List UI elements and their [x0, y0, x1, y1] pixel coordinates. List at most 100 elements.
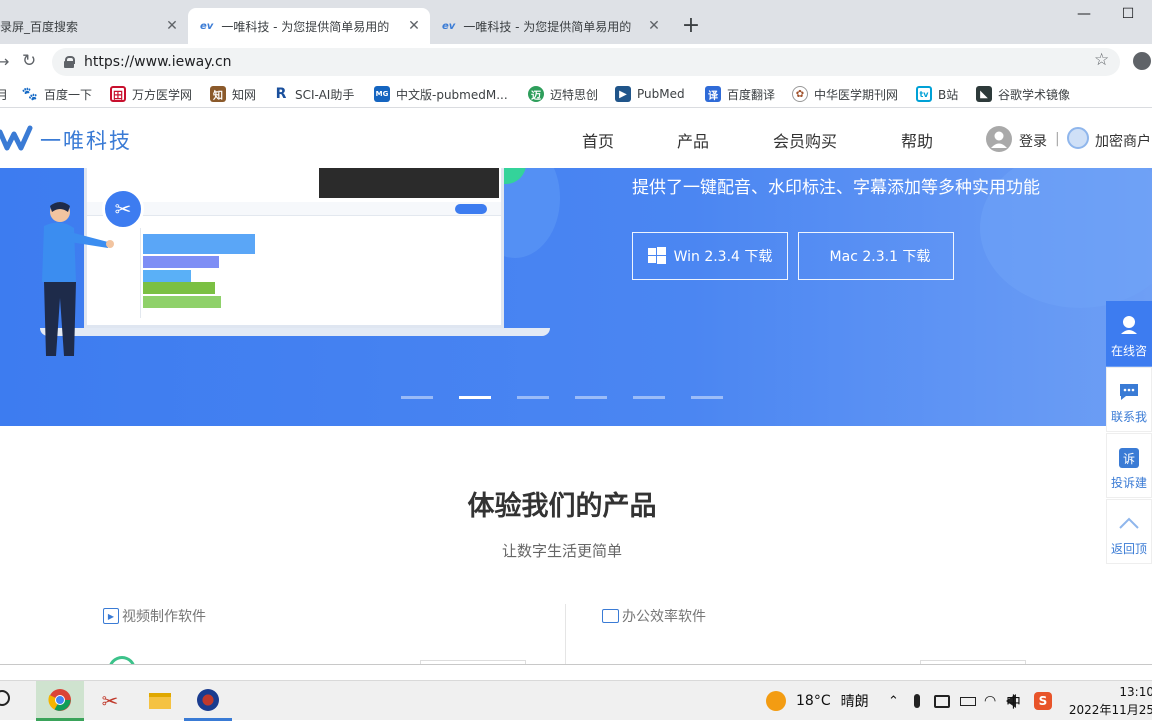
carousel-dot[interactable]: [691, 396, 723, 399]
bookmark-bilibili[interactable]: tv B站: [916, 84, 958, 104]
new-tab-button[interactable]: +: [680, 12, 702, 40]
sogou-ime-icon[interactable]: S: [1034, 681, 1052, 721]
bookmark-baidu-translate[interactable]: 译 百度翻译: [705, 84, 775, 104]
screen-capture-tray-icon[interactable]: [934, 681, 950, 721]
ime-indicator[interactable]: 中: [1006, 681, 1021, 721]
win-download-button[interactable]: Win 2.3.4 下载: [632, 232, 788, 280]
folder-icon: [149, 693, 171, 709]
taskbar-chrome[interactable]: [36, 681, 84, 721]
win-download-label: Win 2.3.4 下载: [673, 249, 773, 265]
bookmark-scholar-mirror[interactable]: ◣ 谷歌学术镜像: [976, 84, 1070, 104]
carousel-dot[interactable]: [575, 396, 607, 399]
battery-icon[interactable]: [960, 681, 976, 721]
user-avatar-icon[interactable]: [986, 126, 1012, 152]
nav-products[interactable]: 产品: [677, 128, 709, 152]
taskbar-file-explorer[interactable]: [136, 681, 184, 721]
carousel-dot-active[interactable]: [459, 396, 491, 399]
carousel-dot[interactable]: [401, 396, 433, 399]
products-section-title: 体验我们的产品: [467, 491, 657, 522]
wifi-icon[interactable]: ◠: [984, 681, 996, 721]
login-link[interactable]: 登录: [1019, 131, 1047, 151]
merchant-link[interactable]: 加密商户: [1095, 131, 1151, 151]
carousel-dot[interactable]: [517, 396, 549, 399]
bookmark-pubmed-cn[interactable]: MG 中文版-pubmedM...: [374, 84, 508, 104]
merchant-icon[interactable]: [1067, 127, 1089, 149]
mockup-track-subtitle: [143, 282, 215, 294]
category-divider: [565, 604, 566, 664]
mockup-toolbar: [87, 202, 501, 216]
bookmark-cma-journal[interactable]: ✿ 中华医学期刊网: [792, 84, 898, 104]
bookmark-medsci[interactable]: 迈 迈特思创: [528, 84, 598, 104]
taskbar-snipping-tool[interactable]: ✂: [86, 681, 134, 721]
baidu-translate-icon: 译: [705, 86, 721, 102]
clock[interactable]: 13:10 2022年11月25: [1068, 683, 1152, 719]
bookmark-label: B站: [938, 87, 959, 102]
mockup-track-audio: [143, 256, 219, 268]
tab-ieway-active[interactable]: ev 一唯科技 - 为您提供简单易用的 ✕: [188, 8, 430, 44]
complaint-icon: 诉: [1119, 448, 1139, 468]
taskbar-ev-recorder[interactable]: [184, 681, 232, 721]
chat-bubble-icon: [1120, 384, 1138, 400]
bookmark-pubmed[interactable]: ▶ PubMed: [615, 84, 685, 104]
close-icon[interactable]: ✕: [644, 18, 664, 34]
maximize-button[interactable]: ☐: [1118, 6, 1138, 22]
tab-baidu-search[interactable]: 录屏_百度搜索 ✕: [0, 8, 188, 44]
category-label: 办公效率软件: [622, 609, 706, 625]
bilibili-icon: tv: [916, 86, 932, 102]
bookmark-baidu[interactable]: 🐾 百度一下: [22, 84, 92, 104]
snipping-tool-icon: ✂: [101, 689, 119, 713]
back-to-top-button[interactable]: 返回顶: [1106, 499, 1152, 564]
ieway-logo-icon[interactable]: [0, 124, 36, 152]
search-icon[interactable]: [0, 690, 10, 706]
carousel-dot[interactable]: [633, 396, 665, 399]
close-icon[interactable]: ✕: [404, 18, 424, 34]
bookmark-wanfang[interactable]: 田 万方医学网: [110, 84, 192, 104]
bookmarks-bar: 月 🐾 百度一下 田 万方医学网 知 知网 R SCI-AI助手 MG 中文版-…: [0, 80, 1152, 108]
category-office-software[interactable]: 办公效率软件: [602, 606, 706, 626]
mockup-track-image: [143, 270, 191, 282]
reload-icon[interactable]: ↻: [22, 51, 36, 71]
play-icon: ▶: [103, 608, 119, 624]
browser-toolbar: → ↻ https://www.ieway.cn ☆: [0, 44, 1152, 80]
ieway-favicon-icon: ev: [200, 20, 214, 32]
chrome-icon: [48, 688, 71, 711]
window-bottom-edge: [0, 664, 1152, 665]
site-logo-text[interactable]: 一唯科技: [40, 125, 132, 155]
bookmark-label: 中文版-pubmedM...: [396, 87, 508, 102]
bookmark-label: 迈特思创: [550, 87, 599, 102]
bookmark-label: SCI-AI助手: [295, 87, 355, 102]
microphone-icon[interactable]: [914, 681, 920, 721]
nav-home[interactable]: 首页: [582, 128, 614, 152]
nav-membership[interactable]: 会员购买: [773, 128, 837, 152]
tab-ieway[interactable]: ev 一唯科技 - 为您提供简单易用的 ✕: [430, 8, 670, 44]
bookmark-apps-partial[interactable]: 月: [0, 84, 8, 104]
browser-tab-strip: 录屏_百度搜索 ✕ ev 一唯科技 - 为您提供简单易用的 ✕ ev 一唯科技 …: [0, 0, 1152, 44]
complaint-button[interactable]: 诉 投诉建: [1106, 433, 1152, 498]
contact-us-button[interactable]: 联系我: [1106, 367, 1152, 432]
pubmed-icon: ▶: [615, 86, 631, 102]
online-consult-button[interactable]: 在线咨: [1106, 301, 1152, 366]
tray-overflow-button[interactable]: ⌃: [888, 681, 899, 721]
lock-icon: [64, 56, 75, 68]
sci-ai-icon: R: [273, 86, 289, 102]
site-header: 一唯科技 首页 产品 会员购买 帮助 登录 | 加密商户: [0, 108, 1152, 168]
bookmark-label: 谷歌学术镜像: [998, 87, 1071, 102]
mac-download-button[interactable]: Mac 2.3.1 下载: [798, 232, 954, 280]
bookmark-label: 百度一下: [44, 87, 93, 102]
minimize-button[interactable]: —: [1074, 6, 1094, 22]
nav-help[interactable]: 帮助: [901, 128, 933, 152]
hero-banner: ✂ 提供了一键配音、水印标注、字幕添加等多种实用功能 Win 2.3.4 下载 …: [0, 168, 1152, 426]
bookmark-cnki[interactable]: 知 知网: [210, 84, 256, 104]
chevron-up-icon: [1119, 517, 1139, 529]
bookmark-sci-ai[interactable]: R SCI-AI助手: [273, 84, 354, 104]
close-icon[interactable]: ✕: [162, 18, 182, 34]
clock-date: 2022年11月25: [1068, 703, 1152, 717]
mockup-export-button: [455, 204, 487, 214]
address-bar[interactable]: https://www.ieway.cn: [52, 48, 1120, 76]
weather-widget[interactable]: 18°C 晴朗: [766, 681, 869, 721]
forward-icon[interactable]: →: [0, 52, 9, 71]
profile-icon[interactable]: [1133, 52, 1151, 70]
category-video-software[interactable]: ▶ 视频制作软件: [103, 606, 206, 626]
bookmark-star-icon[interactable]: ☆: [1094, 50, 1109, 70]
scholar-mirror-icon: ◣: [976, 86, 992, 102]
